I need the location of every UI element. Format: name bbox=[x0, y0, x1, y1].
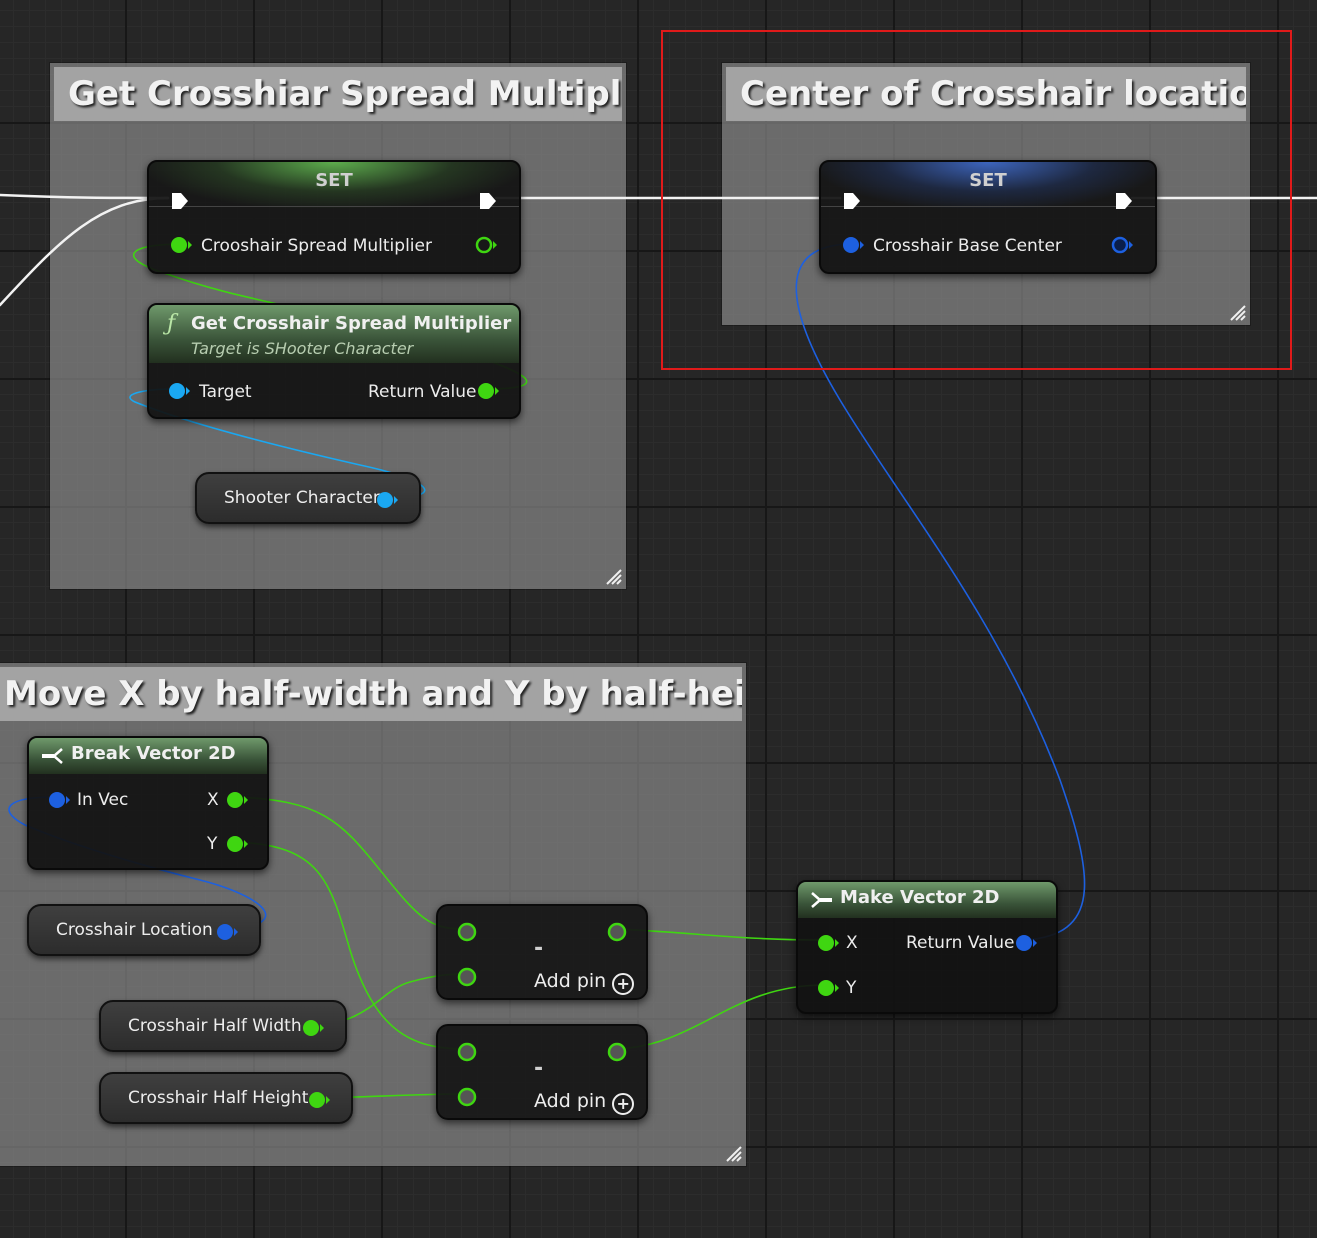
node-header: Break Vector 2D bbox=[29, 738, 267, 774]
float-wire-sub1-to-x bbox=[616, 928, 826, 941]
float-in-pin-icon[interactable] bbox=[816, 933, 840, 953]
make-vector-2d-node[interactable]: Make Vector 2D X Return Value Y bbox=[796, 880, 1058, 1014]
node-header: Make Vector 2D bbox=[798, 882, 1056, 918]
add-pin-plus-icon[interactable]: + bbox=[612, 1093, 635, 1115]
return-value-label: Return Value bbox=[368, 382, 477, 402]
exec-out-pin-icon[interactable] bbox=[477, 190, 499, 212]
add-pin-button[interactable]: Add pin + bbox=[534, 1090, 635, 1115]
subtract-node-2[interactable]: - Add pin + bbox=[436, 1024, 648, 1120]
float-in-pin-icon[interactable] bbox=[456, 1041, 478, 1063]
get-spread-function-node[interactable]: ƒ Get Crosshair Spread Multiplier Target… bbox=[147, 303, 521, 419]
add-pin-button[interactable]: Add pin + bbox=[534, 970, 635, 995]
exec-wire-in-top bbox=[0, 193, 170, 200]
float-out-pin-icon[interactable] bbox=[474, 235, 498, 255]
float-out-pin-icon[interactable] bbox=[301, 1018, 325, 1038]
variable-label: Crosshair Half Height bbox=[128, 1088, 309, 1108]
float-out-pin-icon[interactable] bbox=[225, 834, 249, 854]
y-pin-label: Y bbox=[207, 834, 218, 854]
node-header: SET bbox=[149, 162, 519, 208]
vector2d-out-pin-icon[interactable] bbox=[215, 922, 239, 942]
float-in-pin-icon[interactable] bbox=[456, 921, 478, 943]
float-out-pin-icon[interactable] bbox=[225, 790, 249, 810]
node-header: ƒ Get Crosshair Spread Multiplier Target… bbox=[149, 305, 519, 363]
subtract-symbol: - bbox=[534, 1056, 544, 1081]
float-out-pin-icon[interactable] bbox=[606, 1041, 628, 1063]
variable-label: Shooter Character bbox=[224, 488, 380, 508]
variable-label: Crosshair Half Width bbox=[128, 1016, 302, 1036]
make-struct-icon bbox=[811, 892, 832, 908]
subtract-node-1[interactable]: - Add pin + bbox=[436, 904, 648, 1000]
float-wire-x-to-sub1 bbox=[234, 796, 466, 930]
node-title: Make Vector 2D bbox=[840, 887, 1000, 908]
break-struct-icon bbox=[42, 748, 63, 764]
float-wire-sub2-to-y bbox=[616, 984, 826, 1050]
node-title: SET bbox=[315, 170, 353, 191]
target-pin-label: Target bbox=[199, 382, 252, 402]
function-icon: ƒ bbox=[167, 311, 176, 336]
variable-label: Crosshair Location bbox=[56, 920, 213, 940]
x-pin-label: X bbox=[846, 933, 858, 953]
float-out-pin-icon[interactable] bbox=[307, 1090, 331, 1110]
exec-in-pin-icon[interactable] bbox=[169, 190, 191, 212]
selection-highlight-box bbox=[661, 30, 1292, 370]
x-pin-label: X bbox=[207, 790, 219, 810]
return-value-label: Return Value bbox=[906, 933, 1015, 953]
node-title: Get Crosshair Spread Multiplier bbox=[191, 313, 512, 334]
object-out-pin-icon[interactable] bbox=[375, 490, 399, 510]
float-out-pin-icon[interactable] bbox=[606, 921, 628, 943]
shooter-character-variable[interactable]: Shooter Character bbox=[195, 472, 421, 524]
set-spread-node[interactable]: SET Crooshair Spread Multiplier bbox=[147, 160, 521, 274]
break-vector-2d-node[interactable]: Break Vector 2D In Vec X Y bbox=[27, 736, 269, 870]
vector2d-out-pin-icon[interactable] bbox=[1014, 933, 1038, 953]
add-pin-label: Add pin bbox=[534, 970, 607, 992]
float-out-pin-icon[interactable] bbox=[476, 381, 500, 401]
float-in-pin-icon[interactable] bbox=[816, 978, 840, 998]
crosshair-half-height-variable[interactable]: Crosshair Half Height bbox=[99, 1072, 353, 1124]
set-spread-pin-label: Crooshair Spread Multiplier bbox=[201, 236, 432, 256]
float-in-pin-icon[interactable] bbox=[456, 1086, 478, 1108]
node-subtitle: Target is SHooter Character bbox=[191, 339, 414, 358]
y-pin-label: Y bbox=[846, 978, 857, 998]
crosshair-half-width-variable[interactable]: Crosshair Half Width bbox=[99, 1000, 347, 1052]
float-in-pin-icon[interactable] bbox=[456, 966, 478, 988]
crosshair-location-variable[interactable]: Crosshair Location bbox=[27, 904, 261, 956]
float-in-pin-icon[interactable] bbox=[169, 235, 193, 255]
subtract-symbol: - bbox=[534, 936, 544, 961]
vector2d-in-pin-icon[interactable] bbox=[47, 790, 71, 810]
object-in-pin-icon[interactable] bbox=[167, 381, 191, 401]
exec-wire-in-curve bbox=[0, 196, 170, 307]
add-pin-label: Add pin bbox=[534, 1090, 607, 1112]
node-title: Break Vector 2D bbox=[71, 743, 236, 764]
add-pin-plus-icon[interactable]: + bbox=[612, 973, 635, 995]
in-vec-pin-label: In Vec bbox=[77, 790, 129, 810]
